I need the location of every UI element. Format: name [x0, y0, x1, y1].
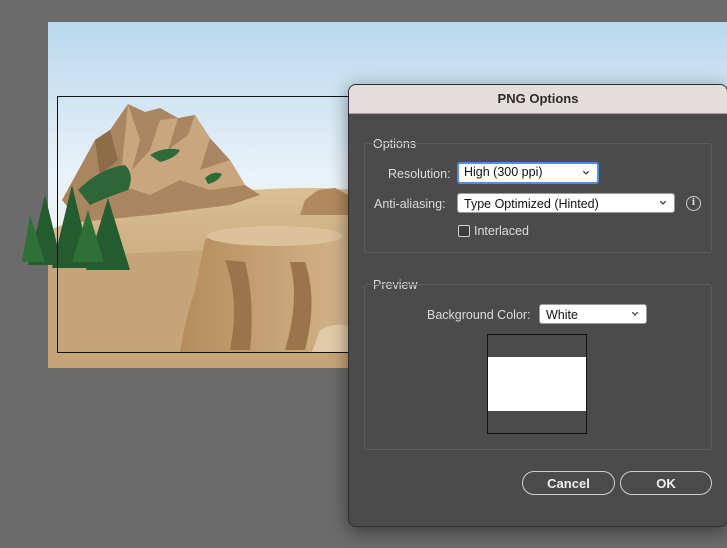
cancel-button[interactable]: Cancel: [522, 471, 615, 495]
ok-button[interactable]: OK: [620, 471, 712, 495]
antialiasing-select[interactable]: Type Optimized (Hinted): [457, 193, 675, 213]
antialiasing-value: Type Optimized (Hinted): [464, 197, 599, 211]
resolution-label: Resolution:: [388, 167, 451, 181]
png-options-dialog: PNG Options Options Resolution: High (30…: [348, 84, 727, 527]
preview-swatch: [487, 334, 587, 434]
resolution-value: High (300 ppi): [464, 165, 543, 179]
interlaced-checkbox[interactable]: [458, 225, 470, 237]
chevron-down-icon: [659, 200, 667, 205]
chevron-down-icon: [631, 311, 639, 316]
chevron-down-icon: [582, 170, 590, 175]
background-color-value: White: [546, 308, 578, 322]
interlaced-label: Interlaced: [474, 224, 529, 238]
background-color-select[interactable]: White: [539, 304, 647, 324]
background-color-label: Background Color:: [427, 308, 531, 322]
info-icon[interactable]: i: [686, 196, 701, 211]
resolution-select[interactable]: High (300 ppi): [457, 162, 599, 184]
preview-background-fill: [488, 357, 586, 411]
dialog-title: PNG Options: [349, 85, 727, 114]
antialiasing-label: Anti-aliasing:: [374, 197, 446, 211]
